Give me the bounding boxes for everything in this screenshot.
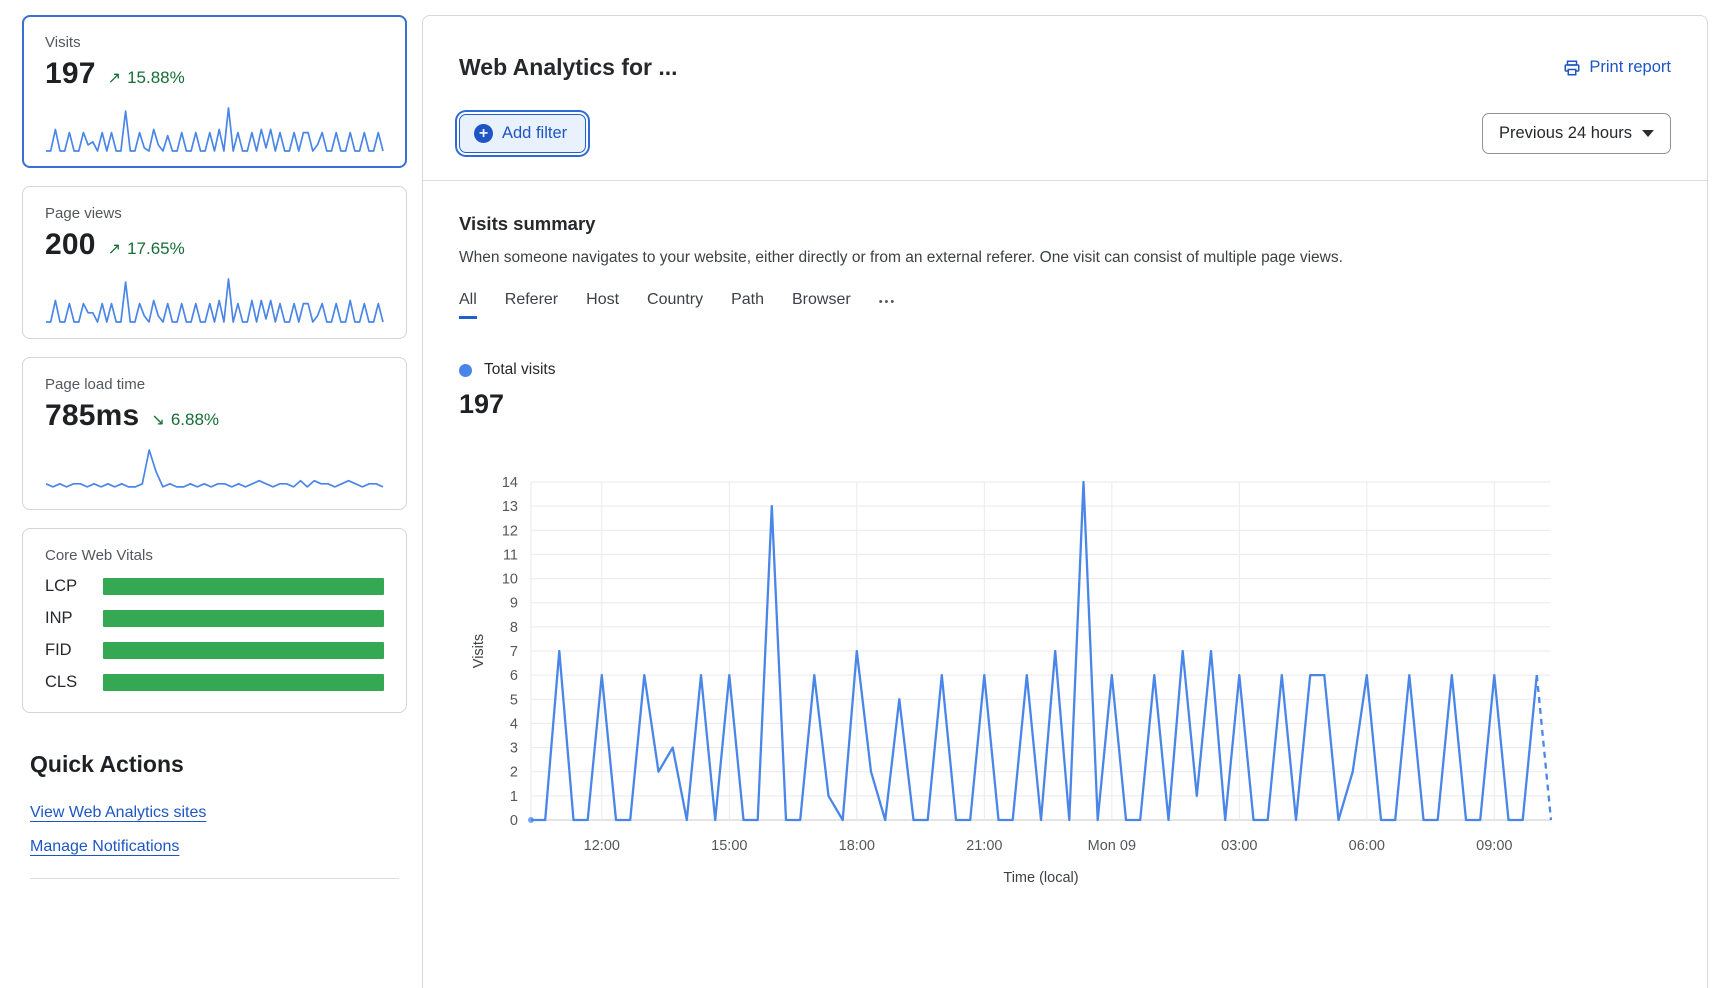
metric-value: 785ms bbox=[45, 399, 139, 433]
trend-up-icon: ↗ bbox=[108, 68, 121, 88]
y-axis-tick-label: 6 bbox=[510, 668, 518, 684]
visits-summary-description: When someone navigates to your website, … bbox=[459, 249, 1671, 267]
x-axis-tick-label: 15:00 bbox=[711, 838, 747, 854]
y-axis-tick-label: 2 bbox=[510, 765, 518, 781]
vital-label: FID bbox=[45, 641, 89, 660]
core-web-vitals-card: Core Web Vitals LCP INP FID CLS bbox=[22, 528, 407, 713]
metric-card-page-views[interactable]: Page views 200 ↗ 17.65% bbox=[22, 186, 407, 339]
x-axis-tick-label: 03:00 bbox=[1221, 838, 1257, 854]
x-axis-tick-label: 12:00 bbox=[584, 838, 620, 854]
quick-actions-title: Quick Actions bbox=[30, 751, 399, 778]
metric-delta-value: 6.88% bbox=[171, 410, 219, 430]
view-web-analytics-sites-link[interactable]: View Web Analytics sites bbox=[30, 804, 206, 822]
metric-label: Visits bbox=[45, 34, 384, 51]
metric-delta-value: 15.88% bbox=[127, 68, 185, 88]
tab-host[interactable]: Host bbox=[586, 291, 619, 319]
quick-actions-section: Quick Actions View Web Analytics sites M… bbox=[22, 751, 407, 879]
metric-delta-value: 17.65% bbox=[127, 239, 185, 259]
x-axis-tick-label: 21:00 bbox=[966, 838, 1002, 854]
add-filter-label: Add filter bbox=[502, 124, 567, 143]
panel-header: Web Analytics for ... Print report + Add… bbox=[423, 16, 1707, 180]
manage-notifications-link[interactable]: Manage Notifications bbox=[30, 838, 179, 856]
page-title: Web Analytics for ... bbox=[459, 54, 678, 81]
metric-delta: ↗ 17.65% bbox=[108, 239, 185, 259]
vital-row-inp: INP bbox=[45, 609, 384, 628]
visits-line-chart[interactable]: 0123456789101112131412:0015:0018:0021:00… bbox=[463, 468, 1573, 928]
tab-browser[interactable]: Browser bbox=[792, 291, 851, 319]
vital-bar-green bbox=[103, 642, 384, 659]
vital-label: CLS bbox=[45, 673, 89, 692]
y-axis-tick-label: 3 bbox=[510, 741, 518, 757]
visits-sparkline bbox=[45, 105, 384, 153]
printer-icon bbox=[1563, 59, 1581, 77]
metric-label: Page views bbox=[45, 205, 384, 222]
tab-path[interactable]: Path bbox=[731, 291, 764, 319]
add-filter-button[interactable]: + Add filter bbox=[459, 114, 586, 153]
y-axis-tick-label: 10 bbox=[502, 572, 518, 588]
x-axis-tick-label: 06:00 bbox=[1349, 838, 1385, 854]
metric-delta: ↗ 15.88% bbox=[108, 68, 185, 88]
y-axis-tick-label: 14 bbox=[502, 475, 518, 491]
sidebar: Visits 197 ↗ 15.88% Page views 200 ↗ 17.… bbox=[22, 15, 407, 988]
y-axis-title: Visits bbox=[471, 634, 487, 668]
more-tabs-button[interactable]: ••• bbox=[879, 296, 897, 315]
legend-dot-icon bbox=[459, 364, 472, 377]
tab-all[interactable]: All bbox=[459, 291, 477, 319]
y-axis-tick-label: 0 bbox=[510, 813, 518, 829]
y-axis-tick-label: 11 bbox=[503, 547, 518, 563]
print-report-link[interactable]: Print report bbox=[1563, 58, 1671, 77]
vital-label: INP bbox=[45, 609, 89, 628]
vital-row-fid: FID bbox=[45, 641, 384, 660]
x-axis-tick-label: Mon 09 bbox=[1088, 838, 1136, 854]
page-views-sparkline bbox=[45, 276, 384, 324]
y-axis-tick-label: 9 bbox=[510, 596, 518, 612]
x-axis-tick-label: 18:00 bbox=[839, 838, 875, 854]
x-axis-tick-label: 09:00 bbox=[1476, 838, 1512, 854]
tab-referer[interactable]: Referer bbox=[505, 291, 558, 319]
page: Visits 197 ↗ 15.88% Page views 200 ↗ 17.… bbox=[0, 0, 1730, 988]
legend-label: Total visits bbox=[484, 361, 556, 379]
y-axis-tick-label: 1 bbox=[510, 789, 518, 805]
vital-bar-green bbox=[103, 674, 384, 691]
legend-total-value: 197 bbox=[459, 389, 1671, 420]
core-web-vitals-title: Core Web Vitals bbox=[45, 547, 384, 564]
page-load-time-sparkline bbox=[45, 447, 384, 495]
vital-bar-green bbox=[103, 610, 384, 627]
y-axis-tick-label: 13 bbox=[502, 499, 518, 515]
y-axis-tick-label: 12 bbox=[502, 523, 518, 539]
visits-summary-title: Visits summary bbox=[459, 213, 1671, 235]
metric-label: Page load time bbox=[45, 376, 384, 393]
y-axis-tick-label: 7 bbox=[510, 644, 518, 660]
vital-row-cls: CLS bbox=[45, 673, 384, 692]
metric-card-page-load-time[interactable]: Page load time 785ms ↘ 6.88% bbox=[22, 357, 407, 510]
time-range-label: Previous 24 hours bbox=[1499, 124, 1632, 143]
vital-label: LCP bbox=[45, 577, 89, 596]
plus-circle-icon: + bbox=[474, 124, 493, 143]
time-range-dropdown[interactable]: Previous 24 hours bbox=[1482, 113, 1671, 154]
dimension-tabs: All Referer Host Country Path Browser ••… bbox=[459, 291, 1671, 319]
chevron-down-icon bbox=[1642, 130, 1654, 137]
y-axis-tick-label: 5 bbox=[510, 692, 518, 708]
y-axis-tick-label: 8 bbox=[510, 620, 518, 636]
y-axis-tick-label: 4 bbox=[510, 716, 518, 732]
metric-card-visits[interactable]: Visits 197 ↗ 15.88% bbox=[22, 15, 407, 168]
metric-value: 197 bbox=[45, 57, 96, 91]
panel-content: Visits summary When someone navigates to… bbox=[423, 181, 1707, 965]
print-report-label: Print report bbox=[1589, 58, 1671, 77]
vital-bar-green bbox=[103, 578, 384, 595]
trend-down-icon: ↘ bbox=[151, 410, 164, 430]
metric-value: 200 bbox=[45, 228, 96, 262]
chart-legend: Total visits bbox=[459, 361, 1671, 379]
vital-row-lcp: LCP bbox=[45, 577, 384, 596]
metric-delta: ↘ 6.88% bbox=[151, 410, 219, 430]
main-panel: Web Analytics for ... Print report + Add… bbox=[422, 15, 1708, 988]
trend-up-icon: ↗ bbox=[108, 239, 121, 259]
x-axis-title: Time (local) bbox=[1003, 870, 1078, 886]
divider bbox=[30, 878, 399, 879]
tab-country[interactable]: Country bbox=[647, 291, 703, 319]
visits-chart-container: 0123456789101112131412:0015:0018:0021:00… bbox=[459, 468, 1671, 933]
